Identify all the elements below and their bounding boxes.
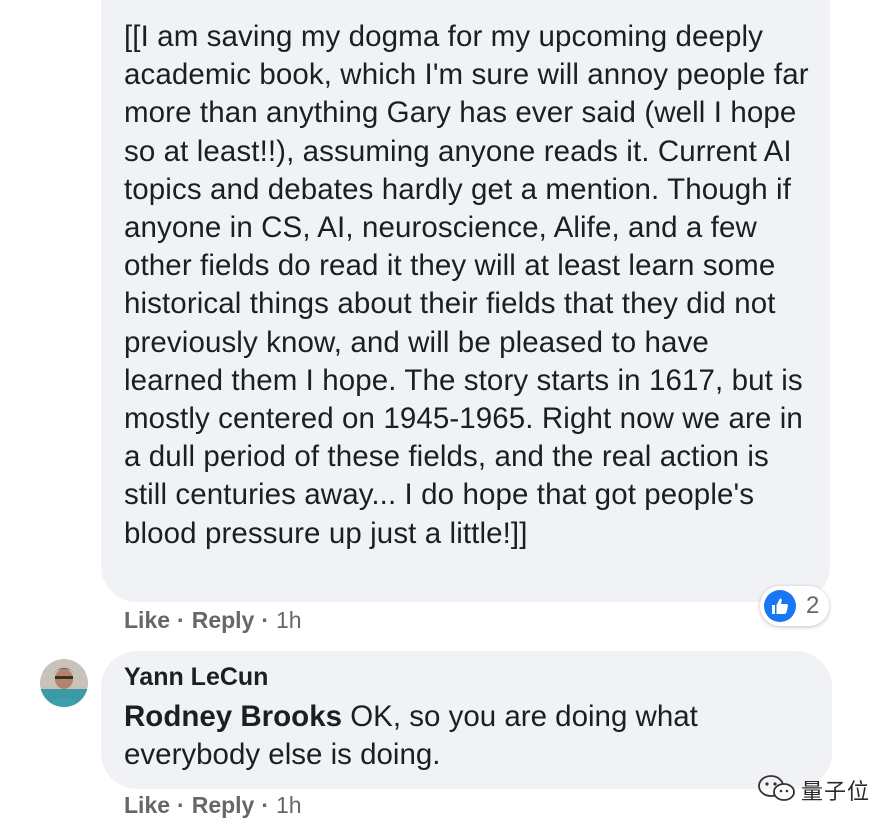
reply-body: Rodney Brooks OK, so you are doing what …	[124, 698, 814, 774]
reply-button[interactable]: Reply	[192, 607, 255, 634]
separator-dot: ·	[261, 792, 270, 818]
watermark: 量子位	[757, 772, 870, 808]
reply-button[interactable]: Reply	[192, 792, 255, 819]
reaction-summary[interactable]: 2	[760, 586, 830, 626]
avatar[interactable]	[40, 659, 88, 707]
separator-dot: ·	[261, 607, 270, 633]
author-name[interactable]: Yann LeCun	[124, 663, 268, 692]
mention-link[interactable]: Rodney Brooks	[124, 700, 342, 733]
reply-actions: Like · Reply · 1h	[124, 792, 302, 819]
like-button[interactable]: Like	[124, 792, 170, 819]
timestamp-link[interactable]: 1h	[276, 792, 302, 819]
watermark-text: 量子位	[801, 779, 871, 804]
separator-dot: ·	[177, 792, 185, 818]
comment-body: [[I am saving my dogma for my upcoming d…	[124, 20, 809, 550]
wechat-icon	[757, 773, 797, 808]
like-button[interactable]: Like	[124, 607, 170, 634]
separator-dot: ·	[177, 607, 185, 633]
comment-actions: Like · Reply · 1h	[124, 607, 302, 634]
timestamp-link[interactable]: 1h	[276, 607, 302, 634]
reaction-count: 2	[806, 592, 820, 619]
thumbs-up-icon	[764, 590, 796, 622]
